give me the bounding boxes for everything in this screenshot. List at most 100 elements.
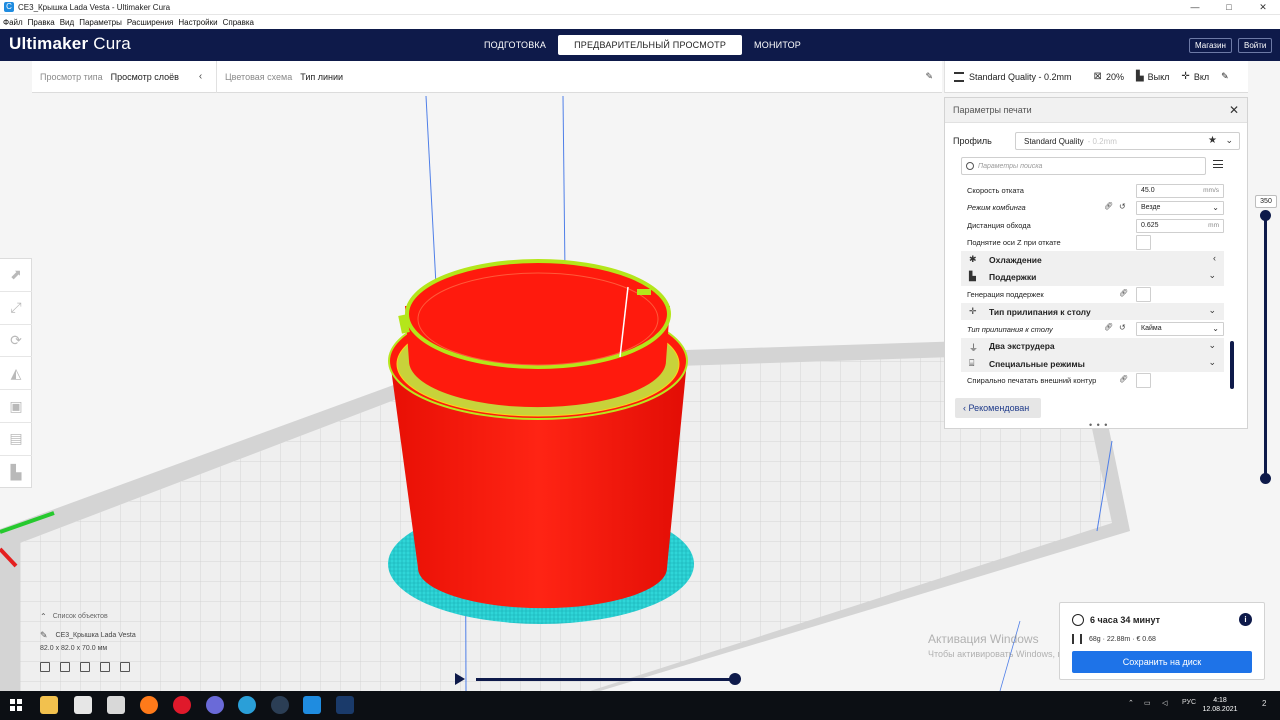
profile-select[interactable]: Standard Quality - 0.2mm ★ ⌄: [1015, 132, 1240, 150]
minimize-button[interactable]: —: [1178, 0, 1212, 15]
setting-checkbox[interactable]: [1136, 286, 1151, 302]
menu-view[interactable]: Вид: [60, 18, 74, 27]
settings-visibility-menu-icon[interactable]: [1213, 160, 1223, 168]
settings-category[interactable]: ▙ Поддержки ⌄: [961, 268, 1224, 286]
steam-icon[interactable]: [271, 696, 289, 714]
settings-search-input[interactable]: Параметры поиска: [961, 157, 1206, 175]
path-slider-handle[interactable]: [729, 673, 741, 685]
path-slider-track[interactable]: [476, 678, 736, 681]
star-icon[interactable]: ★: [1208, 135, 1217, 146]
layer-slider-upper-handle[interactable]: [1260, 210, 1271, 221]
setting-checkbox[interactable]: [1136, 234, 1151, 250]
tab-preview[interactable]: ПРЕДВАРИТЕЛЬНЫЙ ПРОСМОТР: [558, 35, 743, 55]
signin-button[interactable]: Войти: [1238, 38, 1273, 53]
paint-icon[interactable]: [74, 696, 92, 714]
close-icon[interactable]: ✕: [1229, 103, 1239, 117]
pencil-icon[interactable]: ✎: [1221, 71, 1229, 82]
object-list-toggle[interactable]: ⌃ Список объектов: [40, 612, 210, 621]
messenger-icon[interactable]: [206, 696, 224, 714]
print-settings-summary[interactable]: Standard Quality - 0.2mm ⊠ 20% ▙ Выкл ✛ Вкл…: [944, 61, 1248, 93]
tab-prepare[interactable]: ПОДГОТОВКА: [472, 35, 558, 55]
print-estimate-panel: 6 часа 34 минут i 68g · 22.88m · € 0.68 …: [1059, 602, 1265, 680]
menu-preferences[interactable]: Настройки: [178, 18, 217, 27]
layer-slider-track[interactable]: [1264, 212, 1267, 478]
firefox-icon[interactable]: [140, 696, 158, 714]
setting-input[interactable]: 45.0 mm/s: [1136, 184, 1224, 198]
per-model-settings-icon[interactable]: ▣: [0, 390, 32, 423]
3d-view-icon[interactable]: [40, 662, 50, 672]
support-blocker-icon[interactable]: ▤: [0, 423, 32, 456]
reset-icon[interactable]: ↺: [1119, 323, 1126, 332]
save-to-disk-button[interactable]: Сохранить на диск: [1072, 651, 1252, 673]
layer-slider-lower-handle[interactable]: [1260, 473, 1271, 484]
marketplace-button[interactable]: Магазин: [1189, 38, 1232, 53]
setting-value: Везде: [1141, 204, 1161, 212]
search-icon: [966, 162, 974, 170]
settings-list[interactable]: Скорость отката 45.0 mm/s Режим комбинга 🔗︎ ↺…: [961, 182, 1224, 389]
file-explorer-icon[interactable]: [40, 696, 58, 714]
menu-extensions[interactable]: Расширения: [127, 18, 174, 27]
reset-icon[interactable]: ↺: [1119, 202, 1126, 211]
clock-icon: [1072, 614, 1084, 626]
settings-category[interactable]: ✱ Охлаждение ‹: [961, 251, 1224, 269]
menu-file[interactable]: Файл: [3, 18, 23, 27]
move-tool-icon[interactable]: ⬈: [0, 259, 32, 292]
tab-monitor[interactable]: МОНИТОР: [742, 35, 813, 55]
link-icon[interactable]: 🔗︎: [1119, 289, 1128, 297]
recommended-label: Рекомендован: [968, 403, 1030, 413]
settings-category[interactable]: ⌸ Специальные режимы ⌄: [961, 354, 1224, 373]
scale-tool-icon[interactable]: ⤢: [0, 292, 32, 325]
play-icon[interactable]: [455, 673, 465, 685]
notifications-badge[interactable]: 2: [1262, 699, 1266, 708]
taskbar-clock[interactable]: 4:18 12.08.2021: [1202, 696, 1238, 714]
color-scheme-label: Цветовая схема: [225, 71, 293, 82]
setting-input[interactable]: 0.625 mm: [1136, 218, 1224, 233]
layer-number[interactable]: 350: [1255, 195, 1277, 208]
menu-help[interactable]: Справка: [223, 18, 254, 27]
app-taskbar-icon[interactable]: [336, 696, 354, 714]
color-scheme-selector[interactable]: Цветовая схема Тип линии ✎: [217, 61, 937, 93]
info-icon[interactable]: i: [1239, 613, 1252, 626]
mirror-tool-icon[interactable]: ◭: [0, 357, 32, 391]
setting-row: Режим комбинга 🔗︎ ↺ Везде ⌄: [961, 199, 1224, 216]
maximize-button[interactable]: □: [1212, 0, 1246, 15]
recommended-mode-button[interactable]: ‹ Рекомендован: [955, 398, 1041, 418]
settings-category[interactable]: ✛ Тип прилипания к столу ⌄: [961, 303, 1224, 321]
input-language[interactable]: РУС: [1182, 699, 1196, 706]
search-placeholder: Параметры поиска: [978, 162, 1043, 170]
pencil-icon[interactable]: ✎: [925, 71, 933, 82]
menu-edit[interactable]: Правка: [28, 18, 55, 27]
setting-checkbox[interactable]: [1136, 373, 1151, 389]
settings-scrollbar[interactable]: [1230, 341, 1234, 389]
setting-value: 45.0: [1141, 187, 1155, 194]
right-view-icon[interactable]: [120, 662, 130, 672]
settings-category[interactable]: ⏚ Два экструдера ⌄: [961, 337, 1224, 355]
infill-icon: ⊠: [1093, 71, 1102, 82]
view-type-selector[interactable]: Просмотр типа Просмотр слоёв ‹: [32, 61, 216, 93]
left-view-icon[interactable]: [100, 662, 110, 672]
layer-tool-icon[interactable]: ▙: [0, 456, 32, 489]
link-icon[interactable]: 🔗︎: [1104, 323, 1113, 331]
volume-icon[interactable]: ◁: [1162, 699, 1167, 707]
setting-select[interactable]: Везде ⌄: [1136, 201, 1224, 216]
close-window-button[interactable]: ✕: [1246, 0, 1280, 15]
notepad-icon[interactable]: [107, 696, 125, 714]
cura-taskbar-icon[interactable]: [303, 696, 321, 714]
link-icon[interactable]: 🔗︎: [1119, 375, 1128, 383]
print-time-row: 6 часа 34 минут: [1072, 614, 1160, 626]
top-view-icon[interactable]: [80, 662, 90, 672]
support-summary: ▙ Выкл: [1136, 71, 1169, 82]
material-row: 68g · 22.88m · € 0.68: [1072, 634, 1156, 644]
object-name-row[interactable]: ✎ CE3_Крышка Lada Vesta: [40, 630, 210, 641]
setting-select[interactable]: Кайма ⌄: [1136, 322, 1224, 337]
front-view-icon[interactable]: [60, 662, 70, 672]
network-icon[interactable]: ▭: [1144, 699, 1151, 707]
link-icon[interactable]: 🔗︎: [1104, 202, 1113, 210]
panel-resize-handle[interactable]: • • •: [1089, 420, 1108, 430]
telegram-icon[interactable]: [238, 696, 256, 714]
opera-icon[interactable]: [173, 696, 191, 714]
menu-settings[interactable]: Параметры: [79, 18, 122, 27]
tray-chevron-icon[interactable]: ⌃: [1128, 699, 1134, 707]
windows-start-icon[interactable]: [10, 699, 22, 711]
rotate-tool-icon[interactable]: ⟳: [0, 325, 32, 358]
